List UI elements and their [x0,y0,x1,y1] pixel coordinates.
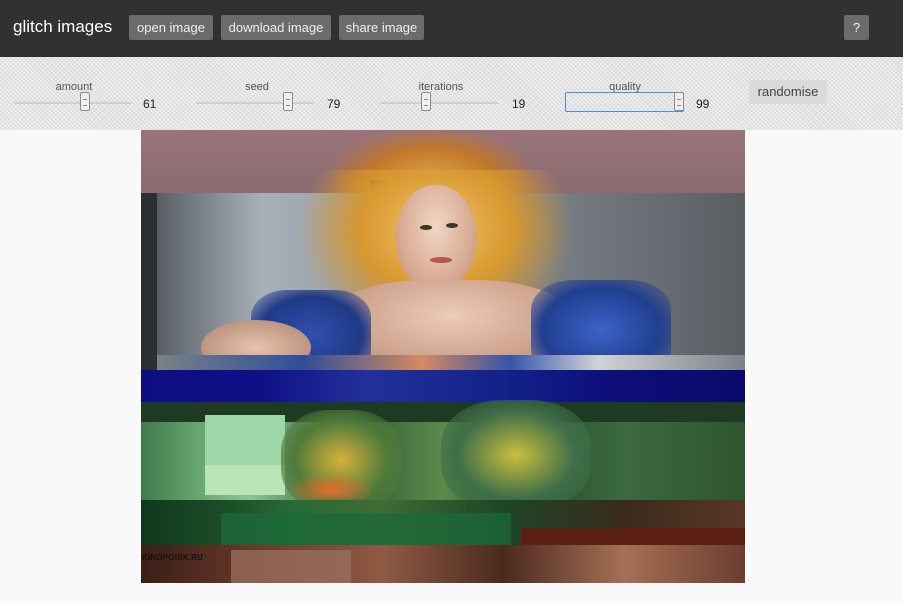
amount-value: 61 [143,97,157,111]
quality-slider-track[interactable] [565,92,684,112]
download-image-button[interactable]: download image [221,15,331,40]
iterations-slider-thumb[interactable] [421,92,431,111]
amount-slider-track[interactable] [14,102,132,104]
glitched-image [141,130,745,583]
share-image-button[interactable]: share image [339,15,424,40]
amount-slider-thumb[interactable] [80,92,90,111]
quality-slider-thumb[interactable] [674,92,684,111]
top-bar: glitch images open image download image … [0,0,903,57]
randomise-button[interactable]: randomise [749,80,827,104]
iterations-value: 19 [512,97,526,111]
iterations-slider-track[interactable] [380,102,498,104]
quality-value: 99 [696,97,710,111]
seed-slider-thumb[interactable] [283,92,293,111]
open-image-button[interactable]: open image [129,15,213,40]
seed-value: 79 [327,97,341,111]
image-watermark: KINOPOISK.RU [142,553,204,562]
seed-slider-track[interactable] [196,102,314,104]
controls-bar: amount 61 seed 79 iterations 19 quality … [0,57,903,130]
app-title: glitch images [13,17,113,36]
amount-label: amount [55,81,93,93]
iterations-label: iterations [418,81,464,93]
seed-label: seed [245,81,269,93]
help-button[interactable]: ? [844,15,869,40]
